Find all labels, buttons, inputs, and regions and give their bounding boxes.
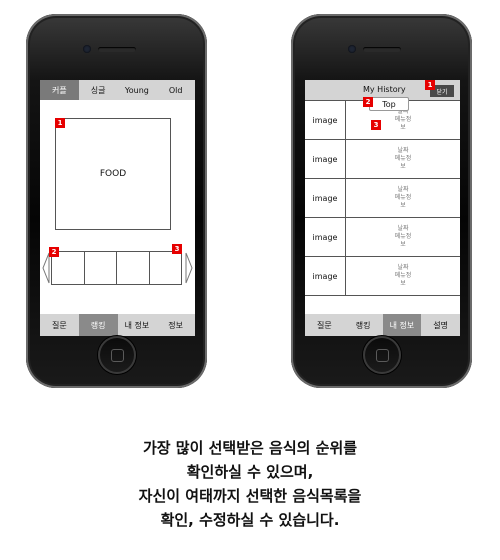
item-date: 날짜 xyxy=(397,147,409,154)
annotation-badge-2: 2 xyxy=(49,247,59,257)
item-menu-tail: 보 xyxy=(400,280,406,287)
caption-line: 자신이 여태까지 선택한 음식목록을 xyxy=(138,487,362,505)
nav-description[interactable]: 설명 xyxy=(421,314,460,336)
item-info: 날짜 메뉴정 보 xyxy=(346,218,460,256)
speaker-icon xyxy=(98,47,136,52)
item-image: image xyxy=(305,218,346,256)
item-menu-tail: 보 xyxy=(400,124,406,131)
home-button[interactable] xyxy=(98,336,136,374)
right-phone: My History 닫기 1 image 날짜 메뉴정 보 image 날짜 … xyxy=(291,14,472,388)
item-menu-tail: 보 xyxy=(400,163,406,170)
thumbnail[interactable] xyxy=(116,251,150,285)
description-caption: 가장 많이 선택받은 음식의 순위를 확인하실 수 있으며, 자신이 여태까지 … xyxy=(0,436,500,532)
item-image: image xyxy=(305,140,346,178)
nav-question[interactable]: 질문 xyxy=(305,314,344,336)
item-menu: 메뉴정 xyxy=(394,155,412,162)
item-image: image xyxy=(305,179,346,217)
thumbnail-strip xyxy=(51,251,182,285)
left-phone: 커플 싱글 Young Old FOOD 1 2 3 질문 랭킹 내 정보 정보 xyxy=(26,14,207,388)
page-title: My History xyxy=(363,85,406,94)
list-item[interactable]: image 날짜 메뉴정 보 xyxy=(305,218,460,257)
item-menu-tail: 보 xyxy=(400,202,406,209)
thumbnail[interactable] xyxy=(83,251,117,285)
list-item[interactable]: image 날짜 메뉴정 보 xyxy=(305,140,460,179)
item-date: 날짜 xyxy=(397,264,409,271)
caption-line: 가장 많이 선택받은 음식의 순위를 xyxy=(142,439,358,457)
nav-info[interactable]: 정보 xyxy=(156,314,195,336)
ranking-screen: 커플 싱글 Young Old FOOD 1 2 3 질문 랭킹 내 정보 정보 xyxy=(40,80,195,336)
annotation-badge-1: 1 xyxy=(425,80,435,90)
home-square-icon xyxy=(376,349,389,362)
tab-young[interactable]: Young xyxy=(118,80,157,100)
tab-single[interactable]: 싱글 xyxy=(79,80,118,100)
item-menu: 메뉴정 xyxy=(394,116,412,123)
item-menu: 메뉴정 xyxy=(394,272,412,279)
item-menu: 메뉴정 xyxy=(394,194,412,201)
bottom-nav: 질문 랭킹 내 정보 설명 xyxy=(305,314,460,336)
chevron-right-icon[interactable] xyxy=(185,252,193,284)
top-button[interactable]: Top xyxy=(369,97,409,111)
nav-my-info[interactable]: 내 정보 xyxy=(118,314,157,336)
history-screen: My History 닫기 1 image 날짜 메뉴정 보 image 날짜 … xyxy=(305,80,460,336)
item-menu: 메뉴정 xyxy=(394,233,412,240)
caption-line: 확인하실 수 있으며, xyxy=(186,463,314,481)
item-image: image xyxy=(305,101,346,139)
nav-ranking[interactable]: 랭킹 xyxy=(344,314,383,336)
tab-couple[interactable]: 커플 xyxy=(40,80,79,100)
annotation-badge-1: 1 xyxy=(55,118,65,128)
category-tabs: 커플 싱글 Young Old xyxy=(40,80,195,100)
item-date: 날짜 xyxy=(397,225,409,232)
nav-my-info[interactable]: 내 정보 xyxy=(382,314,422,336)
camera-icon xyxy=(83,45,91,53)
item-menu-tail: 보 xyxy=(400,241,406,248)
history-list: image 날짜 메뉴정 보 image 날짜 메뉴정 보 image 날짜 메… xyxy=(305,100,460,296)
item-info: 날짜 메뉴정 보 xyxy=(346,257,460,295)
tab-old[interactable]: Old xyxy=(156,80,195,100)
annotation-badge-3: 3 xyxy=(172,244,182,254)
item-image: image xyxy=(305,257,346,295)
caption-line: 확인, 수정하실 수 있습니다. xyxy=(160,511,340,529)
list-item[interactable]: image 날짜 메뉴정 보 xyxy=(305,257,460,296)
item-date: 날짜 xyxy=(397,186,409,193)
item-info: 날짜 메뉴정 보 xyxy=(346,140,460,178)
speaker-icon xyxy=(363,47,401,52)
bottom-nav: 질문 랭킹 내 정보 정보 xyxy=(40,314,195,336)
camera-icon xyxy=(348,45,356,53)
annotation-badge-3: 3 xyxy=(371,120,381,130)
thumbnail[interactable] xyxy=(148,251,182,285)
list-item[interactable]: image 날짜 메뉴정 보 xyxy=(305,179,460,218)
nav-ranking[interactable]: 랭킹 xyxy=(78,314,118,336)
nav-question[interactable]: 질문 xyxy=(40,314,79,336)
home-button[interactable] xyxy=(363,336,401,374)
home-square-icon xyxy=(111,349,124,362)
food-image[interactable]: FOOD xyxy=(55,118,171,230)
annotation-badge-2: 2 xyxy=(363,97,373,107)
item-info: 날짜 메뉴정 보 xyxy=(346,179,460,217)
